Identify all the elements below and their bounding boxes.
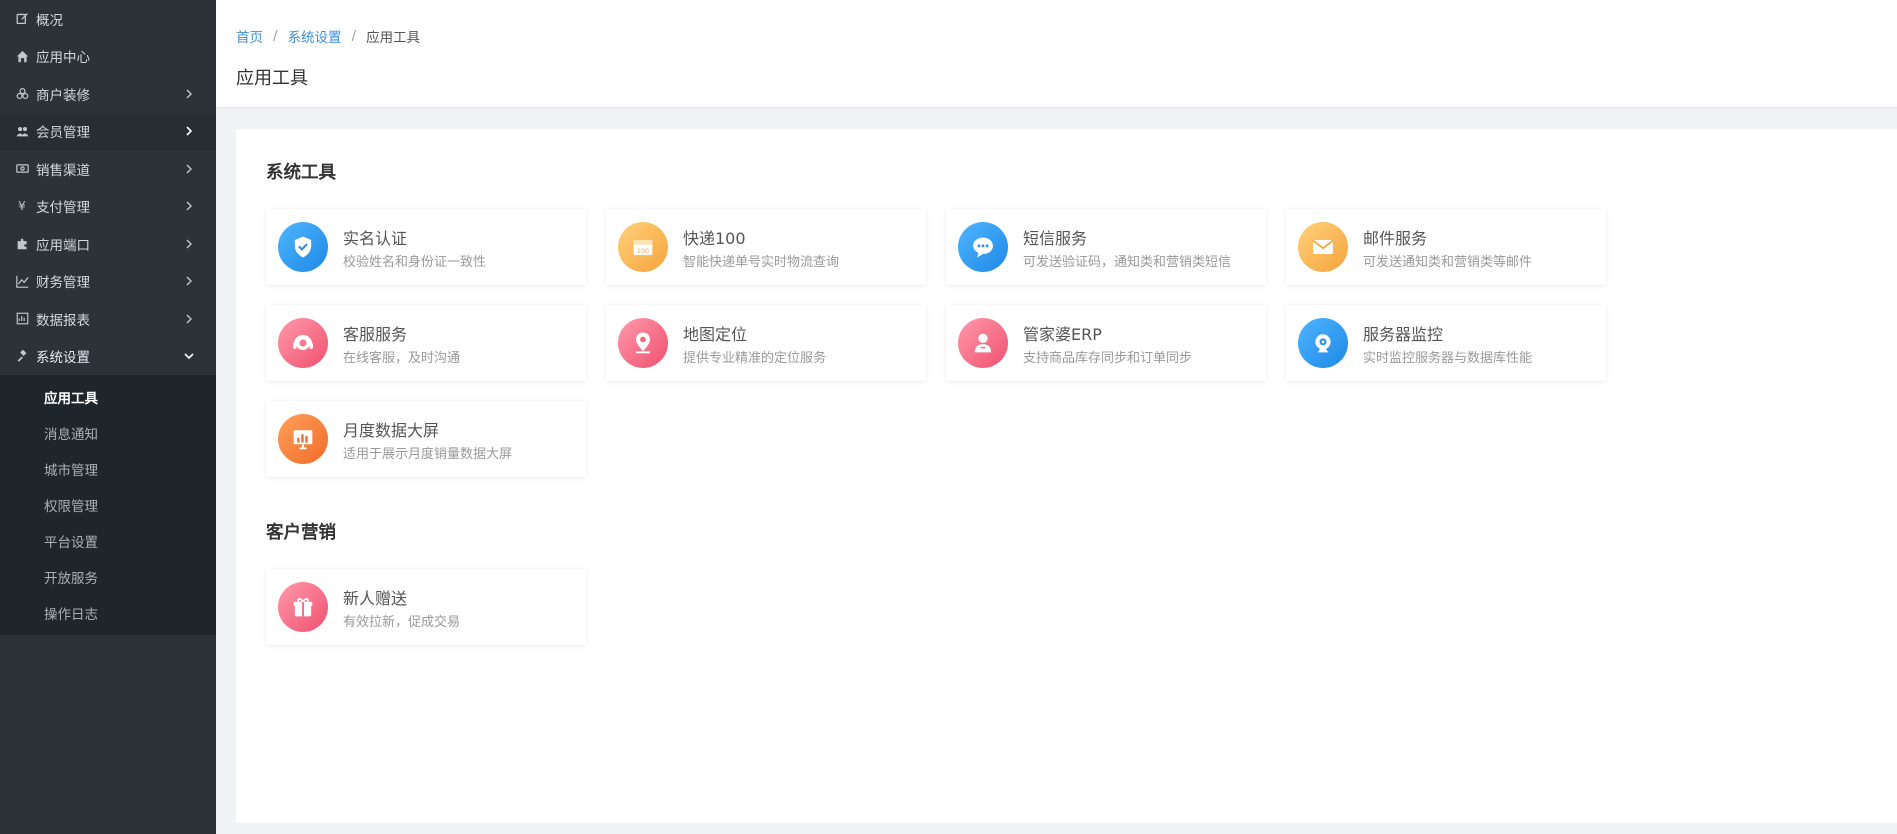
sidebar-item-label: 销售渠道 — [36, 162, 90, 179]
gavel-icon — [15, 349, 29, 363]
card-title: 快递100 — [683, 229, 746, 248]
chevron-right-icon — [184, 126, 194, 136]
card-title: 短信服务 — [1023, 229, 1088, 248]
edit-icon — [15, 12, 29, 26]
cubes-icon — [15, 87, 29, 101]
sidebar-item-label: 会员管理 — [36, 125, 90, 142]
card-description: 在线客服，及时沟通 — [343, 351, 461, 366]
tool-card-email-service[interactable]: 邮件服务 可发送通知类和营销类等邮件 — [1286, 209, 1606, 285]
chevron-right-icon — [184, 276, 194, 286]
card-description: 有效拉新，促成交易 — [343, 615, 461, 630]
sidebar-item-data-report[interactable]: 数据报表 — [0, 300, 216, 338]
sidebar-item-label: 应用中心 — [36, 50, 90, 67]
report-icon — [15, 312, 29, 326]
line-chart-icon — [15, 274, 29, 288]
page-header: 首页 / 系统设置 / 应用工具 应用工具 — [216, 0, 1897, 108]
breadcrumb-system-settings-link[interactable]: 系统设置 — [288, 26, 342, 46]
tool-card-real-name-auth[interactable]: 实名认证 校验姓名和身份证一致性 — [266, 209, 586, 285]
breadcrumb-separator: / — [273, 28, 278, 44]
card-description: 智能快递单号实时物流查询 — [683, 255, 840, 270]
gift-icon — [278, 582, 328, 632]
card-description: 可发送验证码，通知类和营销类短信 — [1023, 255, 1232, 270]
sidebar-item-app-port[interactable]: 应用端口 — [0, 225, 216, 263]
card-description: 适用于展示月度销量数据大屏 — [343, 447, 513, 462]
sidebar-item-merchant-decoration[interactable]: 商户装修 — [0, 75, 216, 113]
card-title: 月度数据大屏 — [343, 421, 440, 440]
breadcrumb-separator: / — [351, 28, 357, 44]
card-title: 地图定位 — [683, 325, 748, 344]
card-title: 服务器监控 — [1363, 325, 1444, 344]
chevron-right-icon — [184, 239, 194, 249]
sidebar-item-label: 支付管理 — [36, 200, 90, 217]
sidebar-item-system-settings[interactable]: 系统设置 — [0, 338, 216, 376]
package-badge-text: 100 — [637, 247, 649, 255]
tool-card-express-100[interactable]: 100 快递100 智能快递单号实时物流查询 — [606, 209, 926, 285]
headset-icon — [278, 318, 328, 368]
sidebar-item-app-center[interactable]: 应用中心 — [0, 38, 216, 76]
page-title: 应用工具 — [236, 68, 308, 89]
sidebar-item-label: 数据报表 — [36, 312, 90, 329]
card-title: 新人赠送 — [343, 589, 408, 608]
sidebar-item-member-management[interactable]: 会员管理 — [0, 112, 216, 150]
submenu-item-operation-log[interactable]: 操作日志 — [0, 595, 216, 631]
sidebar-item-overview[interactable]: 概况 — [0, 0, 216, 38]
card-title: 管家婆ERP — [1023, 325, 1102, 344]
section-title-customer-marketing: 客户营销 — [266, 523, 336, 543]
sidebar: 概况 应用中心 商户装修 会员管理 销售渠道 ¥ 支付管理 应用端口 财务管理 … — [0, 0, 216, 834]
sidebar-item-label: 应用端口 — [36, 237, 90, 254]
card-title: 邮件服务 — [1363, 229, 1428, 248]
sidebar-item-payment-management[interactable]: ¥ 支付管理 — [0, 188, 216, 226]
tool-card-newcomer-gift[interactable]: 新人赠送 有效拉新，促成交易 — [266, 569, 586, 645]
shield-check-icon — [278, 222, 328, 272]
system-settings-submenu: 应用工具 消息通知 城市管理 权限管理 平台设置 开放服务 操作日志 — [0, 375, 216, 635]
card-description: 支持商品库存同步和订单同步 — [1023, 351, 1193, 366]
chevron-right-icon — [184, 164, 194, 174]
puzzle-icon — [15, 237, 29, 251]
submenu-item-open-services[interactable]: 开放服务 — [0, 559, 216, 595]
chevron-right-icon — [184, 201, 194, 211]
card-title: 客服服务 — [343, 325, 408, 344]
breadcrumb: 首页 / 系统设置 / 应用工具 — [236, 26, 420, 46]
envelope-icon — [1298, 222, 1348, 272]
tool-card-monthly-dashboard[interactable]: 月度数据大屏 适用于展示月度销量数据大屏 — [266, 401, 586, 477]
chevron-right-icon — [184, 89, 194, 99]
tool-card-erp[interactable]: 管家婆ERP 支持商品库存同步和订单同步 — [946, 305, 1266, 381]
submenu-item-notifications[interactable]: 消息通知 — [0, 415, 216, 451]
tool-card-customer-service[interactable]: 客服服务 在线客服，及时沟通 — [266, 305, 586, 381]
breadcrumb-current: 应用工具 — [366, 30, 421, 46]
tool-card-sms-service[interactable]: 短信服务 可发送验证码，通知类和营销类短信 — [946, 209, 1266, 285]
sidebar-item-finance-management[interactable]: 财务管理 — [0, 263, 216, 301]
submenu-item-app-tools[interactable]: 应用工具 — [0, 379, 216, 415]
submenu-item-city-management[interactable]: 城市管理 — [0, 451, 216, 487]
sidebar-item-sales-channel[interactable]: 销售渠道 — [0, 150, 216, 188]
bar-screen-icon — [278, 414, 328, 464]
submenu-item-platform-settings[interactable]: 平台设置 — [0, 523, 216, 559]
main-panel: 系统工具 实名认证 校验姓名和身份证一致性 100 快递100 智能快递单号实时… — [236, 129, 1897, 823]
yen-icon: ¥ — [18, 199, 26, 214]
sidebar-item-label: 概况 — [36, 12, 63, 29]
card-description: 可发送通知类和营销类等邮件 — [1363, 255, 1533, 270]
card-description: 校验姓名和身份证一致性 — [343, 255, 487, 270]
card-description: 提供专业精准的定位服务 — [683, 351, 827, 366]
home-icon — [15, 49, 29, 63]
section-title-system-tools: 系统工具 — [266, 163, 336, 183]
map-pin-icon — [618, 318, 668, 368]
manager-icon — [958, 318, 1008, 368]
card-title: 实名认证 — [343, 229, 408, 248]
sidebar-item-label: 系统设置 — [36, 350, 90, 367]
webcam-icon — [1298, 318, 1348, 368]
breadcrumb-home-link[interactable]: 首页 — [236, 26, 263, 46]
package-icon: 100 — [618, 222, 668, 272]
card-description: 实时监控服务器与数据库性能 — [1363, 351, 1533, 366]
chat-bubble-icon — [958, 222, 1008, 272]
users-icon — [15, 124, 29, 138]
chevron-down-icon — [184, 351, 194, 361]
chevron-right-icon — [184, 314, 194, 324]
submenu-item-permission-management[interactable]: 权限管理 — [0, 487, 216, 523]
tool-card-server-monitor[interactable]: 服务器监控 实时监控服务器与数据库性能 — [1286, 305, 1606, 381]
sidebar-item-label: 财务管理 — [36, 275, 90, 292]
money-icon — [15, 162, 29, 176]
sidebar-item-label: 商户装修 — [36, 87, 90, 104]
tool-card-map-location[interactable]: 地图定位 提供专业精准的定位服务 — [606, 305, 926, 381]
